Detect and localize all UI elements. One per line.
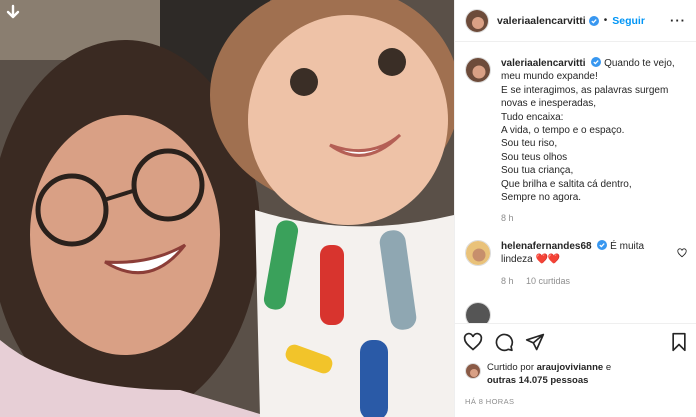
liker-avatar-image xyxy=(466,364,480,378)
caption-avatar-image xyxy=(466,58,490,82)
caption-line: A vida, o tempo e o espaço. xyxy=(501,125,625,137)
paper-plane-icon[interactable] xyxy=(525,332,545,352)
caption-username[interactable]: valeriaalencarvitti xyxy=(501,58,586,69)
commenter-avatar-image xyxy=(466,303,490,323)
post-timestamp[interactable]: HÁ 8 HORAS xyxy=(465,397,514,406)
comment-body: helenafernandes68 É muita lindeza ❤️❤️ 8… xyxy=(501,239,687,288)
verified-badge-icon xyxy=(597,239,608,250)
liked-by-connector: e xyxy=(605,362,612,373)
post-photo[interactable] xyxy=(0,0,454,417)
liked-by-first-user[interactable]: araujovivianne xyxy=(537,362,604,373)
post-side-panel: valeriaalencarvitti • Seguir ··· valeria… xyxy=(454,0,696,417)
caption-first-line: valeriaalencarvitti Quando te vejo, xyxy=(501,57,687,70)
comment-item: helenafernandes68 É muita lindeza ❤️❤️ 8… xyxy=(465,239,687,288)
comment-text-line: helenafernandes68 É muita xyxy=(501,239,687,253)
liked-by-text: Curtido por araujovivianne e outras 14.0… xyxy=(487,361,611,387)
comment-text-end: lindeza xyxy=(501,254,533,266)
author-avatar[interactable] xyxy=(465,8,489,33)
liked-by-row: Curtido por araujovivianne e outras 14.0… xyxy=(465,361,611,387)
heart-icon[interactable] xyxy=(463,332,483,352)
caption-body: valeriaalencarvitti Quando te vejo, meu … xyxy=(501,57,687,226)
caption-line: Sou tua criança, xyxy=(501,165,574,177)
more-options-icon[interactable]: ··· xyxy=(670,13,686,28)
caption: valeriaalencarvitti Quando te vejo, meu … xyxy=(465,57,687,226)
caption-line: Quando te vejo, xyxy=(604,58,675,69)
comment-meta: 8 h 10 curtidas xyxy=(501,275,687,288)
liker-avatar[interactable] xyxy=(465,363,481,379)
caption-line: novas e inesperadas, xyxy=(501,98,597,110)
caption-meta: 8 h xyxy=(501,212,687,225)
comment-likes[interactable]: 10 curtidas xyxy=(526,276,570,286)
comment-time[interactable]: 8 h xyxy=(501,276,514,286)
caption-line: meu mundo expande! xyxy=(501,71,598,83)
liked-by-others[interactable]: outras 14.075 pessoas xyxy=(487,375,588,386)
liked-by-prefix: Curtido por xyxy=(487,362,534,373)
verified-badge-icon xyxy=(588,15,599,26)
caption-avatar[interactable] xyxy=(465,57,491,83)
follow-button[interactable]: Seguir xyxy=(612,15,645,27)
author-username[interactable]: valeriaalencarvitti xyxy=(497,15,586,27)
commenter-avatar-image xyxy=(466,240,490,265)
comment-text-line: lindeza ❤️❤️ xyxy=(501,253,687,266)
commenter-username[interactable]: helenafernandes68 xyxy=(501,241,592,252)
post-actions xyxy=(455,323,696,359)
post-header: valeriaalencarvitti • Seguir ··· xyxy=(455,0,696,42)
comment-text-start: É muita xyxy=(610,240,645,252)
commenter-avatar[interactable] xyxy=(465,302,491,323)
liked-by-line: Curtido por araujovivianne e xyxy=(487,361,611,374)
author-avatar-image xyxy=(466,9,488,32)
caption-line: Sou teu riso, xyxy=(501,138,558,150)
caption-line: Tudo encaixa: xyxy=(501,111,564,123)
bookmark-icon[interactable] xyxy=(669,332,689,352)
commenter-avatar[interactable] xyxy=(465,239,491,266)
comment-bubble-icon[interactable] xyxy=(494,332,514,352)
caption-line: Que brilha e saltita cá dentro, xyxy=(501,178,632,190)
download-arrow-icon[interactable] xyxy=(4,4,22,22)
comment-item-partial xyxy=(465,302,687,323)
separator-dot: • xyxy=(603,15,608,26)
comments-section: valeriaalencarvitti Quando te vejo, meu … xyxy=(455,43,696,323)
comment-like-heart-icon[interactable] xyxy=(677,248,687,258)
verified-badge-icon xyxy=(591,57,602,67)
caption-line: Sempre no agora. xyxy=(501,192,582,204)
caption-line: Sou teus olhos xyxy=(501,151,568,163)
comment-emoji: ❤️❤️ xyxy=(535,254,561,266)
caption-time[interactable]: 8 h xyxy=(501,213,514,223)
caption-line: E se interagimos, as palavras surgem xyxy=(501,84,669,96)
post-photo-image xyxy=(0,0,454,417)
